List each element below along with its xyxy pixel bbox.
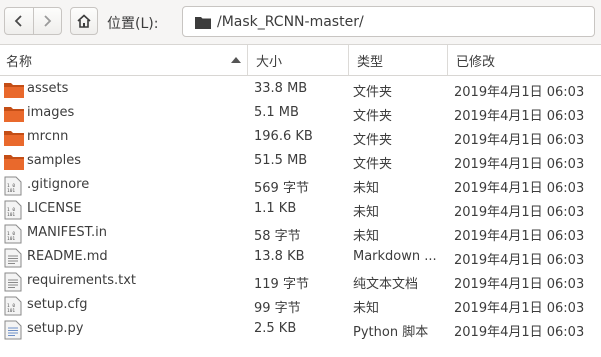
file-modified: 2019年4月1日 06:03	[454, 253, 585, 268]
file-name: requirements.txt	[27, 273, 137, 288]
file-size: 196.6 KB	[254, 129, 313, 144]
column-size[interactable]: 大小	[256, 45, 282, 75]
file-modified: 2019年4月1日 06:03	[454, 229, 585, 244]
folder-icon	[4, 128, 24, 148]
file-row[interactable]: 1 0 101 setup.cfg 99 字节 未知 2019年4月1日 06:0…	[0, 294, 601, 318]
file-modified: 2019年4月1日 06:03	[454, 133, 585, 148]
column-type-label: 类型	[357, 54, 384, 70]
file-size: 99 字节	[254, 301, 301, 316]
path-input[interactable]: /Mask_RCNN-master/	[182, 6, 595, 37]
folder-icon	[195, 17, 211, 29]
binary-file-icon: 1 0 101	[4, 176, 22, 196]
file-name: README.md	[27, 249, 108, 264]
file-row[interactable]: README.md 13.8 KB Markdown ... 2019年4月1日…	[0, 246, 601, 270]
file-name: .gitignore	[27, 177, 90, 192]
file-type: 纯文本文档	[353, 277, 419, 292]
file-type: Python 脚本	[353, 325, 429, 340]
binary-file-icon: 1 0 101	[4, 296, 22, 316]
svg-text:101: 101	[7, 236, 15, 242]
file-row[interactable]: assets 33.8 MB 文件夹 2019年4月1日 06:03	[0, 78, 601, 102]
file-modified: 2019年4月1日 06:03	[454, 277, 585, 292]
python-file-icon	[4, 320, 22, 340]
path-text: /Mask_RCNN-master/	[217, 14, 364, 30]
forward-button[interactable]	[32, 8, 61, 34]
folder-icon	[4, 80, 24, 100]
file-row[interactable]: samples 51.5 MB 文件夹 2019年4月1日 06:03	[0, 150, 601, 174]
file-size: 119 字节	[254, 277, 309, 292]
file-size: 569 字节	[254, 181, 309, 196]
column-modified-label: 已修改	[456, 54, 496, 70]
file-type: 文件夹	[353, 133, 393, 148]
column-size-label: 大小	[256, 54, 283, 70]
file-modified: 2019年4月1日 06:03	[454, 181, 585, 196]
column-name-label: 名称	[6, 54, 33, 70]
column-modified[interactable]: 已修改	[456, 45, 495, 75]
svg-text:101: 101	[7, 188, 15, 194]
file-size: 58 字节	[254, 229, 301, 244]
file-type: 文件夹	[353, 85, 393, 100]
home-icon	[77, 14, 91, 28]
file-row[interactable]: requirements.txt 119 字节 纯文本文档 2019年4月1日 …	[0, 270, 601, 294]
column-divider[interactable]	[348, 45, 349, 75]
file-row[interactable]: setup.py 2.5 KB Python 脚本 2019年4月1日 06:0…	[0, 318, 601, 342]
file-size: 5.1 MB	[254, 105, 299, 120]
file-modified: 2019年4月1日 06:03	[454, 205, 585, 220]
chevron-left-icon	[14, 15, 22, 27]
location-label: 位置(L):	[107, 16, 159, 32]
file-row[interactable]: 1 0 101 LICENSE 1.1 KB 未知 2019年4月1日 06:03	[0, 198, 601, 222]
binary-file-icon: 1 0 101	[4, 200, 22, 220]
text-file-icon	[4, 272, 22, 292]
folder-icon	[4, 104, 24, 124]
file-row[interactable]: images 5.1 MB 文件夹 2019年4月1日 06:03	[0, 102, 601, 126]
file-name: setup.cfg	[27, 297, 88, 312]
file-name: mrcnn	[27, 129, 69, 144]
file-modified: 2019年4月1日 06:03	[454, 157, 585, 172]
file-type: 文件夹	[353, 109, 393, 124]
file-row[interactable]: 1 0 101 MANIFEST.in 58 字节 未知 2019年4月1日 06…	[0, 222, 601, 246]
home-button[interactable]	[70, 7, 98, 35]
file-list: assets 33.8 MB 文件夹 2019年4月1日 06:03 image…	[0, 76, 601, 357]
toolbar: 位置(L): /Mask_RCNN-master/	[0, 0, 601, 44]
file-name: MANIFEST.in	[27, 225, 107, 240]
folder-icon	[4, 152, 24, 172]
file-row[interactable]: 1 0 101 .gitignore 569 字节 未知 2019年4月1日 06…	[0, 174, 601, 198]
file-name: images	[27, 105, 75, 120]
svg-text:101: 101	[7, 212, 15, 218]
history-nav-group	[4, 7, 62, 35]
file-modified: 2019年4月1日 06:03	[454, 109, 585, 124]
column-type[interactable]: 类型	[357, 45, 383, 75]
file-name: assets	[27, 81, 69, 96]
svg-text:101: 101	[7, 308, 15, 314]
file-modified: 2019年4月1日 06:03	[454, 85, 585, 100]
column-divider[interactable]	[247, 45, 248, 75]
sort-ascending-icon	[231, 57, 241, 63]
file-name: LICENSE	[27, 201, 82, 216]
file-type: 未知	[353, 301, 380, 316]
file-modified: 2019年4月1日 06:03	[454, 325, 585, 340]
column-name[interactable]: 名称	[6, 45, 32, 75]
column-divider[interactable]	[447, 45, 448, 75]
file-row[interactable]: mrcnn 196.6 KB 文件夹 2019年4月1日 06:03	[0, 126, 601, 150]
column-header: 名称 大小 类型 已修改	[0, 44, 601, 76]
file-name: setup.py	[27, 321, 84, 336]
file-modified: 2019年4月1日 06:03	[454, 301, 585, 316]
file-size: 33.8 MB	[254, 81, 308, 96]
binary-file-icon: 1 0 101	[4, 224, 22, 244]
file-name: samples	[27, 153, 82, 168]
text-file-icon	[4, 248, 22, 268]
file-type: 文件夹	[353, 157, 393, 172]
file-type: 未知	[353, 181, 380, 196]
back-button[interactable]	[5, 8, 33, 34]
chevron-right-icon	[44, 15, 52, 27]
file-type: Markdown ...	[353, 249, 437, 264]
file-size: 1.1 KB	[254, 201, 297, 216]
file-size: 13.8 KB	[254, 249, 305, 264]
file-size: 51.5 MB	[254, 153, 308, 168]
file-type: 未知	[353, 205, 380, 220]
file-size: 2.5 KB	[254, 321, 297, 336]
file-type: 未知	[353, 229, 380, 244]
